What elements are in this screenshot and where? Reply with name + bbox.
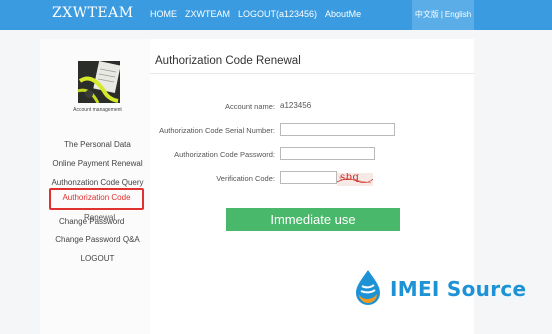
sidebar-item-personal-data[interactable]: The Personal Data [40, 140, 155, 149]
water-drop-logo-icon [356, 270, 380, 305]
sidebar-item-logout[interactable]: LOGOUT [40, 254, 155, 263]
title-divider [150, 73, 474, 74]
imei-source-watermark: IMEI Source [350, 268, 530, 308]
nav-logout[interactable]: LOGOUT(a123456) [238, 9, 317, 19]
lang-english-link[interactable]: English [445, 10, 471, 19]
captcha-noise-lines [337, 176, 373, 184]
lang-chinese-link[interactable]: 中文版 [415, 10, 439, 19]
account-name-value: a123456 [280, 101, 312, 110]
lang-separator: | [440, 10, 443, 19]
watermark-word-source: Source [446, 277, 527, 301]
account-name-label: Account name: [224, 102, 275, 111]
sidebar-item-authorization-code-active[interactable]: Authorization Code [49, 188, 144, 210]
nav-aboutme[interactable]: AboutMe [325, 9, 361, 19]
avatar [78, 61, 120, 103]
captcha-image[interactable]: sbq [337, 173, 373, 186]
account-sidebar: Account management The Personal Data Onl… [40, 39, 150, 334]
account-avatar-image [78, 61, 120, 103]
serial-number-input[interactable] [280, 123, 395, 136]
sidebar-item-label-renewal: Renewal [84, 213, 116, 222]
page-title: Authorization Code Renewal [155, 55, 301, 67]
serial-number-label: Authorization Code Serial Number: [159, 126, 275, 135]
immediate-use-button[interactable]: Immediate use [226, 208, 400, 231]
language-switcher: 中文版 | English [412, 0, 474, 30]
main-nav: HOME ZXWTEAM LOGOUT(a123456) AboutMe [150, 9, 369, 19]
verification-code-label: Verification Code: [216, 174, 275, 183]
nav-home[interactable]: HOME [150, 9, 177, 19]
code-password-input[interactable] [280, 147, 375, 160]
code-password-label: Authorization Code Password: [174, 150, 275, 159]
nav-zxwteam[interactable]: ZXWTEAM [185, 9, 230, 19]
watermark-text: IMEI Source [390, 277, 526, 301]
verification-code-input[interactable] [280, 171, 337, 184]
top-nav-bar: ZXWTEAM HOME ZXWTEAM LOGOUT(a123456) Abo… [0, 0, 552, 30]
brand-logo[interactable]: ZXWTEAM [52, 5, 134, 21]
sidebar-item-change-password-qa[interactable]: Change Password Q&A [40, 235, 155, 244]
sidebar-item-online-payment-renewal[interactable]: Online Payment Renewal [40, 159, 155, 168]
watermark-word-imei: IMEI [390, 277, 440, 301]
sidebar-item-label: Authorization Code [62, 193, 131, 202]
sidebar-item-change-password[interactable]: Change Password Renewal [40, 213, 155, 231]
